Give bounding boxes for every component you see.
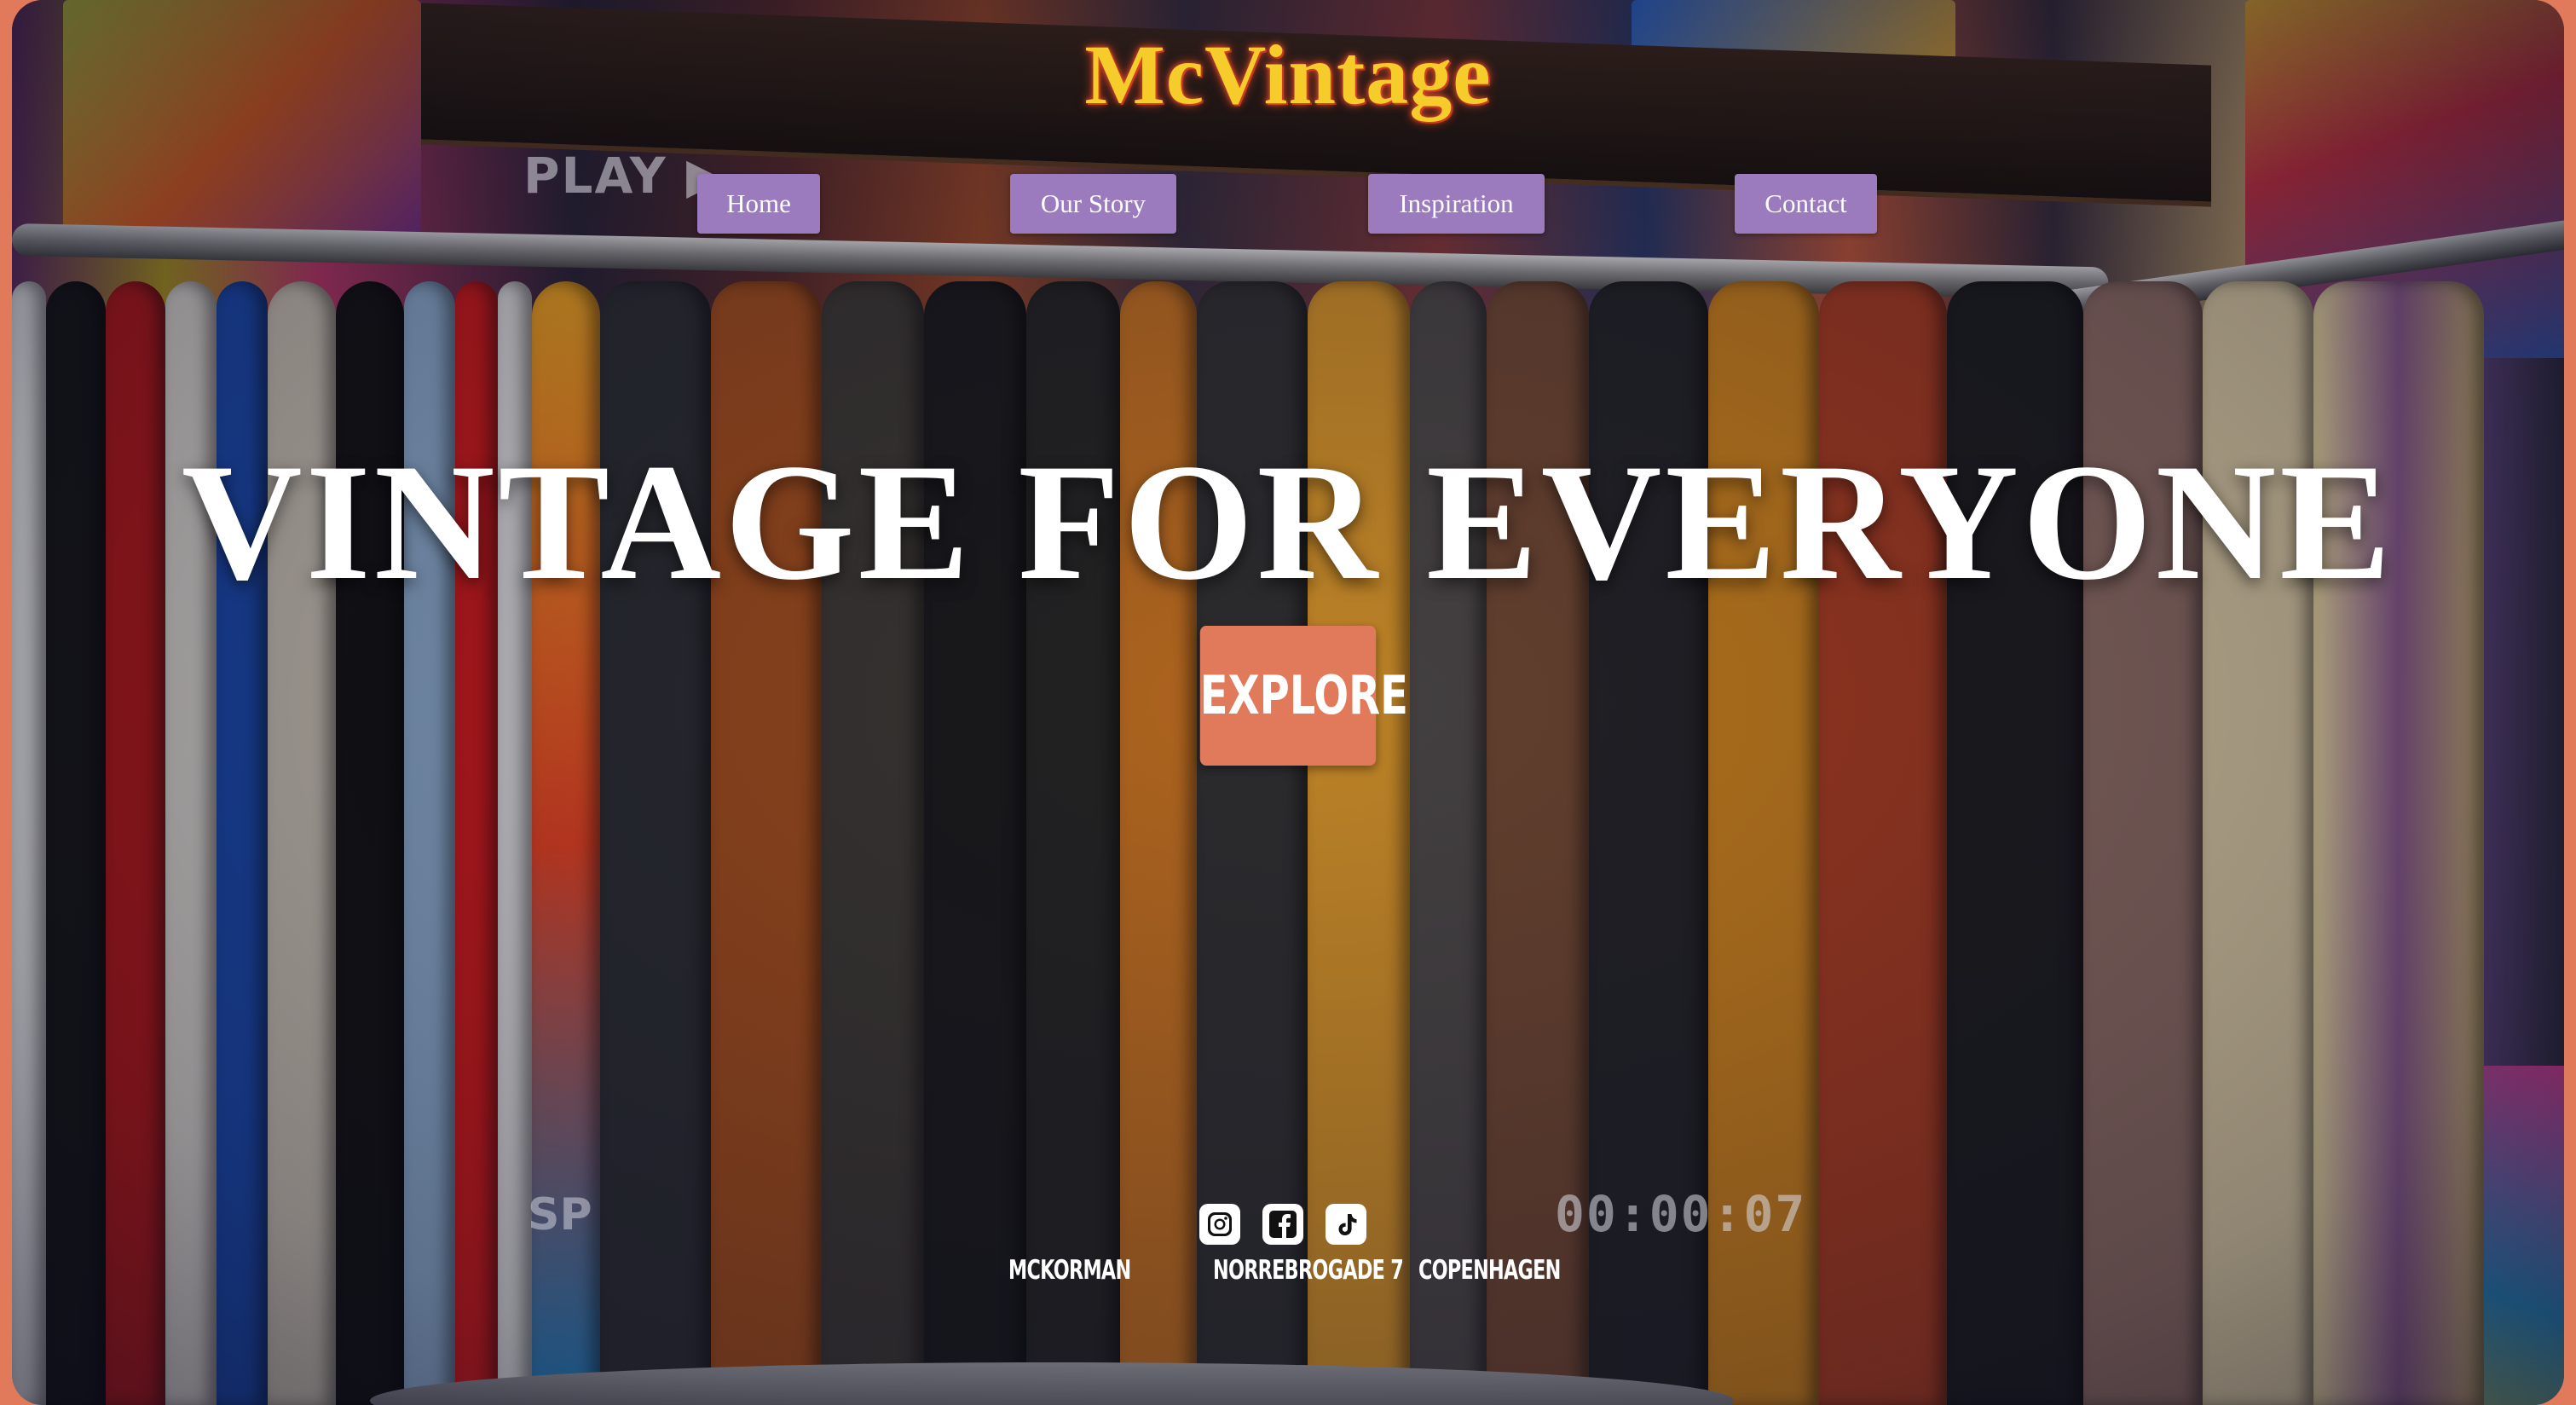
footer-brand-text: MCKORMAN — [1008, 1255, 1131, 1286]
vhs-sp-overlay: SP — [528, 1189, 592, 1240]
footer-city-text: COPENHAGEN — [1418, 1255, 1561, 1286]
nav-contact-button[interactable]: Contact — [1735, 174, 1877, 234]
nav-our-story-button[interactable]: Our Story — [1010, 174, 1176, 234]
explore-button[interactable]: EXPLORE — [1199, 626, 1408, 766]
social-links — [1199, 1204, 1366, 1245]
facebook-icon[interactable] — [1262, 1204, 1303, 1245]
instagram-icon[interactable] — [1199, 1204, 1240, 1245]
footer-address-text: NORREBROGADE 7 — [1213, 1255, 1404, 1286]
hero-title: VINTAGE FOR EVERYONE — [182, 430, 2394, 615]
main-nav: Home Our Story Inspiration Contact — [0, 174, 2576, 234]
nav-home-button[interactable]: Home — [697, 174, 820, 234]
brand-logo[interactable]: McVintage — [0, 26, 2576, 124]
nav-inspiration-button[interactable]: Inspiration — [1368, 174, 1545, 234]
footer-info: MCKORMAN NORREBROGADE 7 COPENHAGEN — [0, 1255, 2576, 1294]
vhs-timecode-overlay: 00:00:07 — [1555, 1185, 1807, 1243]
tiktok-icon[interactable] — [1326, 1204, 1366, 1245]
